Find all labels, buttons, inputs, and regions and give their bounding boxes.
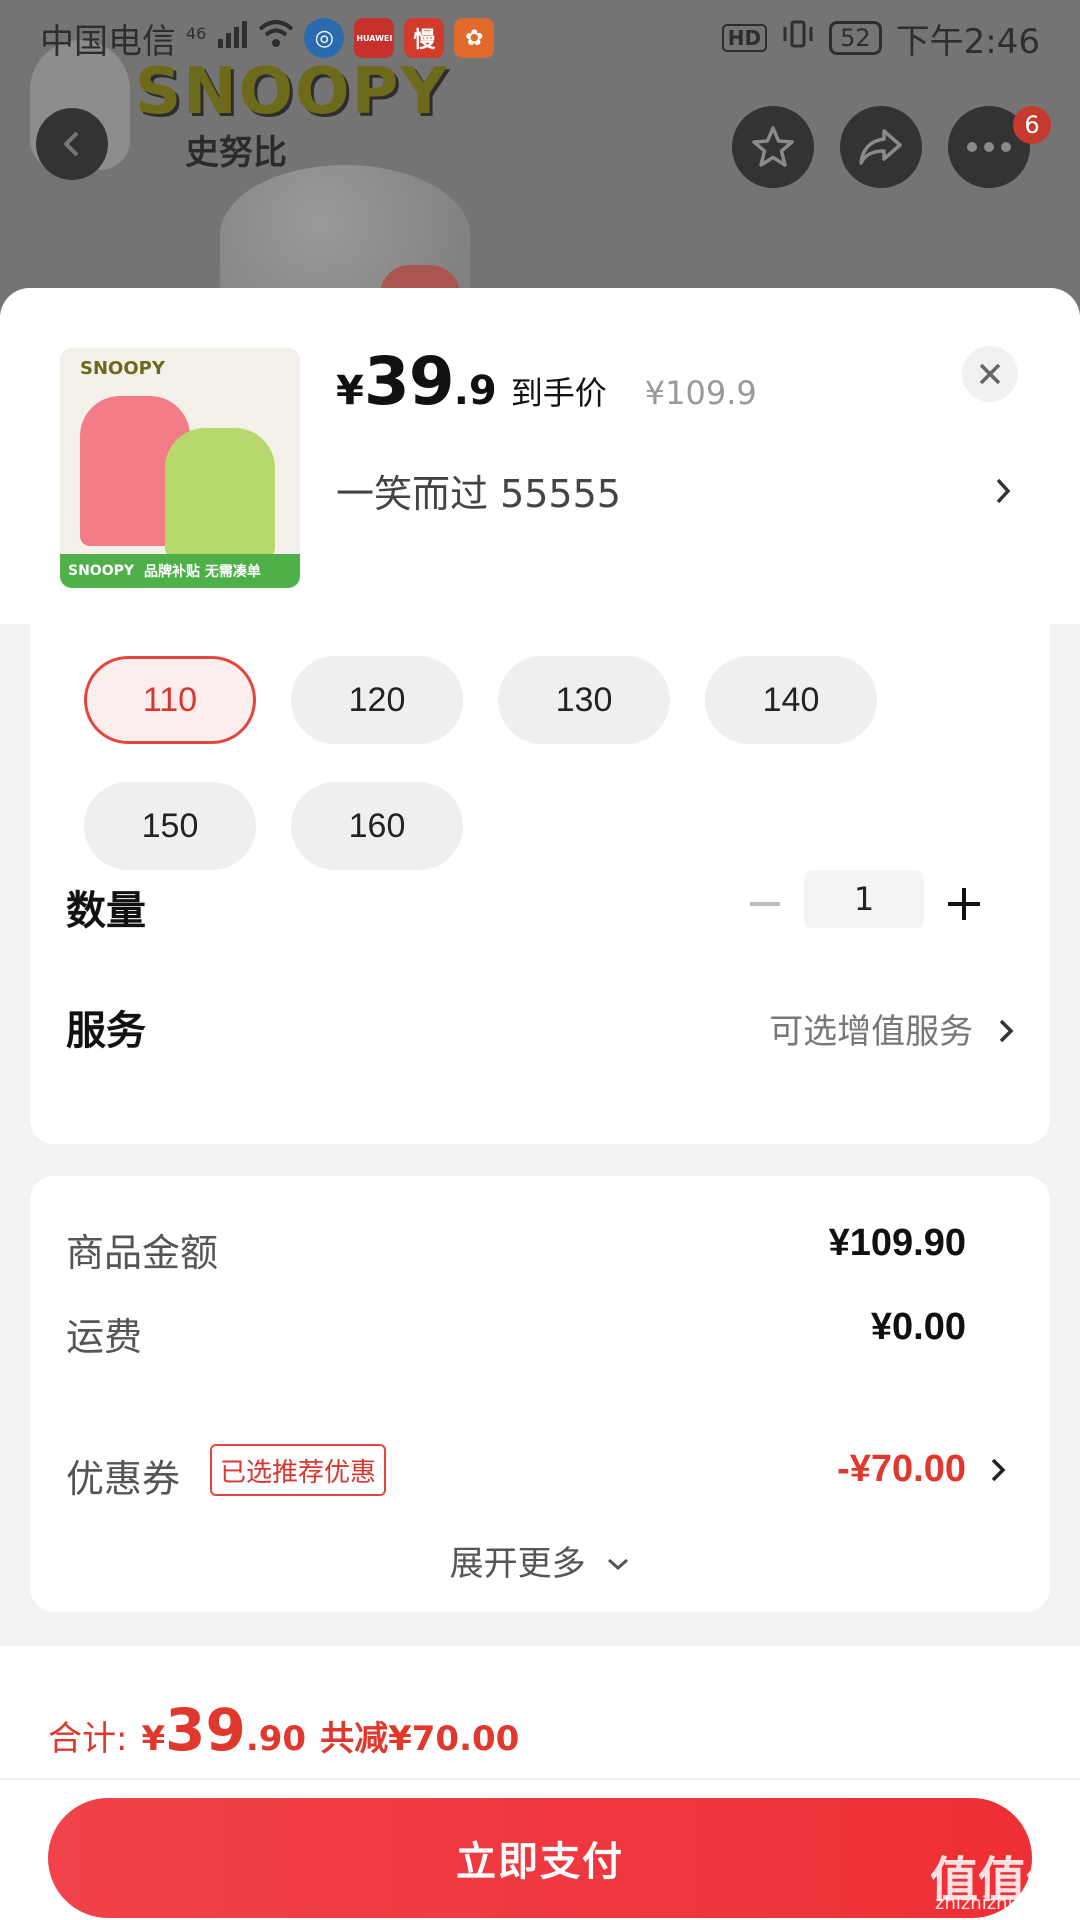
thumbnail-banner-brand: SNOOPY [68, 563, 135, 579]
goods-amount-value: ¥109.90 [828, 1222, 966, 1264]
signal-icon [216, 18, 248, 58]
chevron-right-icon[interactable] [994, 476, 1012, 506]
chevron-right-icon [999, 1019, 1014, 1043]
final-price-label: 到手价 [510, 374, 607, 412]
size-option-110[interactable]: 110 [84, 656, 256, 744]
more-dots-icon [967, 142, 1011, 152]
total-currency: ¥ [141, 1719, 166, 1759]
thumbnail-banner: SNOOPY 品牌补贴 无需凑单 [60, 554, 300, 588]
size-option-130[interactable]: 130 [498, 656, 670, 744]
green-jacket-image [165, 428, 275, 558]
star-icon [752, 126, 794, 167]
minus-icon [750, 902, 780, 906]
close-button[interactable] [962, 346, 1018, 402]
size-option-140[interactable]: 140 [705, 656, 877, 744]
footer-divider [0, 1778, 1080, 1780]
expand-more-button[interactable]: 展开更多 [30, 1536, 1050, 1585]
quantity-stepper[interactable]: 1 [804, 870, 924, 928]
price-decimal: .9 [453, 368, 497, 414]
huawei-icon: HUAWEI [354, 18, 395, 58]
coupon-recommended-badge: 已选推荐优惠 [210, 1444, 387, 1496]
browser-icon: ◎ [304, 18, 345, 58]
battery-indicator: 52 [829, 21, 882, 55]
size-option-120[interactable]: 120 [291, 656, 463, 744]
shipping-value: ¥0.00 [870, 1306, 966, 1348]
watermark-url: zhizhizhi.com [935, 1893, 1057, 1914]
share-button[interactable] [840, 106, 922, 188]
service-label: 服务 [66, 1008, 146, 1054]
original-price: ¥109.9 [644, 374, 757, 412]
status-bar: 中国电信 46 ◎ HUAWEI 慢 ✿ HD 52 下午2:46 [0, 0, 1080, 76]
chevron-right-icon[interactable] [990, 1456, 1006, 1484]
share-icon [859, 129, 902, 165]
checkout-footer: 合计: ¥ 39 .90 共减¥70.00 立即支付 [0, 1646, 1080, 1920]
brand-logo-cn: 史努比 [185, 133, 287, 173]
favorite-button[interactable] [732, 106, 814, 188]
wifi-icon [258, 18, 294, 58]
goods-amount-label: 商品金额 [66, 1231, 219, 1275]
more-badge: 6 [1013, 106, 1051, 144]
selected-spec[interactable]: 一笑而过 55555 [336, 463, 621, 518]
plus-icon [948, 888, 980, 920]
size-option-160[interactable]: 160 [291, 782, 463, 870]
clock: 下午2:46 [895, 21, 1040, 62]
sheet-header: SNOOPY SNOOPY 品牌补贴 无需凑单 ¥ 39 .9 到手价 ¥109… [0, 288, 1080, 624]
vibrate-icon [781, 18, 815, 58]
chevron-left-icon [63, 131, 79, 157]
expand-more-text: 展开更多 [449, 1544, 586, 1584]
quantity-decrease-button[interactable] [745, 884, 785, 924]
pay-now-button[interactable]: 立即支付 [48, 1798, 1032, 1918]
total-decimal: .90 [245, 1719, 307, 1759]
chevron-down-icon [608, 1558, 629, 1571]
thumbnail-brand: SNOOPY [80, 358, 165, 379]
coupon-label: 优惠券 [66, 1457, 181, 1501]
product-thumbnail[interactable]: SNOOPY SNOOPY 品牌补贴 无需凑单 [60, 348, 300, 588]
price-integer: 39 [363, 343, 455, 420]
size-option-150[interactable]: 150 [84, 782, 256, 870]
back-button[interactable] [36, 108, 108, 180]
total-row: 合计: ¥ 39 .90 共减¥70.00 [48, 1696, 519, 1764]
carrier-name: 中国电信 [40, 21, 176, 62]
network-type: 46 [186, 23, 207, 43]
app-icon: ✿ [454, 18, 495, 58]
purchase-sheet: SNOOPY SNOOPY 品牌补贴 无需凑单 ¥ 39 .9 到手价 ¥109… [0, 288, 1080, 1920]
service-link-text: 可选增值服务 [769, 1012, 974, 1052]
price-currency: ¥ [336, 368, 364, 414]
thumbnail-banner-text: 品牌补贴 无需凑单 [144, 564, 261, 580]
coupon-value[interactable]: -¥70.00 [837, 1448, 966, 1491]
price-summary-card: 商品金额 ¥109.90 运费 ¥0.00 优惠券 已选推荐优惠 -¥70.00… [30, 1176, 1050, 1612]
quantity-increase-button[interactable] [944, 884, 984, 924]
slow-icon: 慢 [404, 18, 445, 58]
price-row: ¥ 39 .9 到手价 ¥109.9 [336, 343, 757, 420]
total-integer: 39 [165, 1696, 246, 1764]
close-icon [979, 363, 1001, 385]
value-added-service-link[interactable]: 可选增值服务 [769, 1004, 1014, 1053]
total-saving: 共减¥70.00 [320, 1719, 520, 1759]
hd-icon: HD [721, 24, 768, 52]
shipping-label: 运费 [66, 1315, 143, 1359]
quantity-label: 数量 [66, 888, 146, 934]
total-label: 合计: [48, 1719, 128, 1759]
